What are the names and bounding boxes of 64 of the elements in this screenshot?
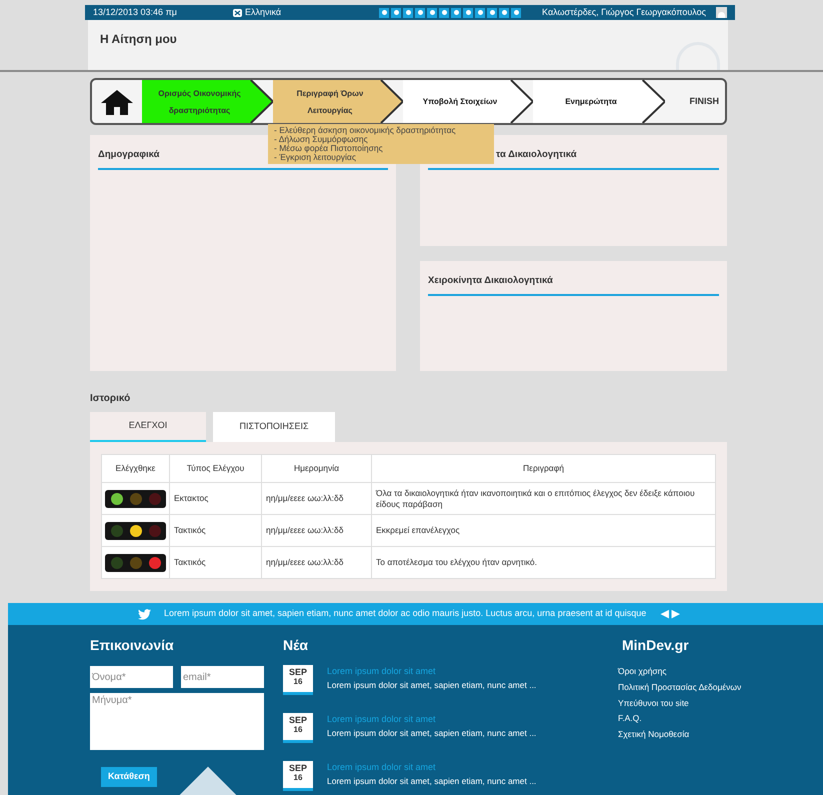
- page-title: Η Αίτηση μου: [100, 31, 177, 48]
- datetime-text: 13/12/2013 03:46 πμ: [93, 6, 178, 19]
- news-excerpt: Lorem ipsum dolor sit amet, sapien etiam, nunc amet ...: [327, 726, 536, 740]
- date-month: SEP: [288, 667, 307, 677]
- language-link[interactable]: Ελληνικά: [233, 6, 379, 20]
- menu-item[interactable]: - Έγκριση λειτουργίας: [274, 153, 488, 162]
- panel-title: τα Δικαιολογητικά: [496, 149, 577, 160]
- footer-link[interactable]: Όροι χρήσης: [618, 665, 798, 678]
- footer-heading: Επικοινωνία: [90, 636, 175, 655]
- traffic-light-icon: [105, 554, 166, 572]
- avatar-icon: [716, 7, 727, 18]
- section-title: Ιστορικό: [90, 392, 132, 406]
- envelope-icon: [233, 8, 242, 16]
- table-cell: Τακτικός: [170, 514, 262, 546]
- wizard-step[interactable]: Ορισμός Οικονομικής δραστηριότητας: [142, 84, 273, 118]
- chevron-icon: [250, 80, 273, 123]
- footer-link[interactable]: Πολιτική Προστασίας Δεδομένων: [618, 680, 798, 694]
- date-day: 16: [294, 725, 302, 735]
- ticker-text: Lorem ipsum dolor sit amet, sapien etiam, nunc amet dolor ac odio mauris justo. Luctus arcu, urna praesent at id quisque: [164, 607, 646, 620]
- name-field[interactable]: Όνομα*: [90, 666, 173, 688]
- home-icon[interactable]: [100, 88, 134, 114]
- footer-link[interactable]: F.A.Q.: [618, 712, 798, 725]
- user-name: Καλωστέρδες, Γιώργος Γεωργακόπουλος: [541, 6, 707, 19]
- menu-item[interactable]: - Ελεύθερη άσκηση οικονομικής δραστηριότητας: [274, 126, 488, 135]
- table-cell: ηη/μμ/εεεε ωω:λλ:δδ: [262, 514, 372, 546]
- chevron-icon: [380, 80, 403, 123]
- table-cell: Όλα τα δικαιολογητικά ήταν ικανοποιητικά και ο επιτόπιος έλεγχος δεν έδειξε κάποιου είδους παράβαση: [372, 482, 716, 514]
- news-excerpt: Lorem ipsum dolor sit amet, sapien etiam, nunc amet ...: [327, 774, 536, 788]
- column-header: Περιγραφή: [372, 454, 716, 482]
- news-excerpt: Lorem ipsum dolor sit amet, sapien etiam, nunc amet ...: [327, 678, 536, 692]
- traffic-light-icon: [105, 490, 166, 508]
- chevron-icon: [510, 80, 533, 123]
- email-field[interactable]: email*: [181, 666, 264, 688]
- date-day: 16: [294, 677, 302, 687]
- menu-item[interactable]: - Δήλωση Συμμόρφωσης: [274, 135, 488, 144]
- footer-heading: MinDev.gr: [622, 636, 690, 655]
- date-month: SEP: [288, 715, 307, 725]
- menu-item[interactable]: - Μέσω φορέα Πιστοποίησης: [274, 144, 488, 153]
- footer-link[interactable]: Σχετική Νομοθεσία: [618, 728, 798, 741]
- wizard-step[interactable]: Υποβολή Στοιχείων: [414, 93, 522, 110]
- table-cell: ηη/μμ/εεεε ωω:λλ:δδ: [262, 546, 372, 578]
- tab[interactable]: ΠΙΣΤΟΠΟΙΗΣΕΙΣ: [213, 412, 335, 442]
- panel-title: Δημογραφικά: [98, 149, 160, 160]
- message-field[interactable]: Μήνυμα*: [90, 693, 264, 750]
- footer-heading: Νέα: [283, 636, 310, 655]
- table-cell: ηη/μμ/εεεε ωω:λλ:δδ: [262, 482, 372, 514]
- date-month: SEP: [288, 763, 307, 773]
- column-header: Ελέγχθηκε: [102, 454, 170, 482]
- table-cell: Τακτικός: [170, 546, 262, 578]
- date-day: 16: [294, 773, 302, 783]
- chevron-icon: [642, 80, 665, 123]
- finish-step[interactable]: FINISH: [689, 94, 719, 108]
- panel-title: Χειροκίνητα Δικαιολογητικά: [428, 275, 553, 286]
- wizard-step[interactable]: Ενημερώτητα: [557, 93, 641, 110]
- tab[interactable]: ΕΛΕΓΧΟΙ: [90, 412, 206, 442]
- wizard-step[interactable]: Περιγραφή Όρων Λειτουργίας: [273, 84, 403, 118]
- footer-link[interactable]: Υπεύθυνοι του site: [618, 696, 798, 710]
- column-header: Τύπος Ελέγχου: [170, 454, 262, 482]
- table-cell: Το αποτέλεσμα του ελέγχου ήταν αρνητικό.: [372, 546, 716, 578]
- table-cell: Εκκρεμεί επανέλεγχος: [372, 514, 716, 546]
- column-header: Ημερομηνία: [262, 454, 372, 482]
- bird-icon: [138, 608, 151, 620]
- traffic-light-icon: [105, 522, 166, 540]
- table-cell: Εκτακτος: [170, 482, 262, 514]
